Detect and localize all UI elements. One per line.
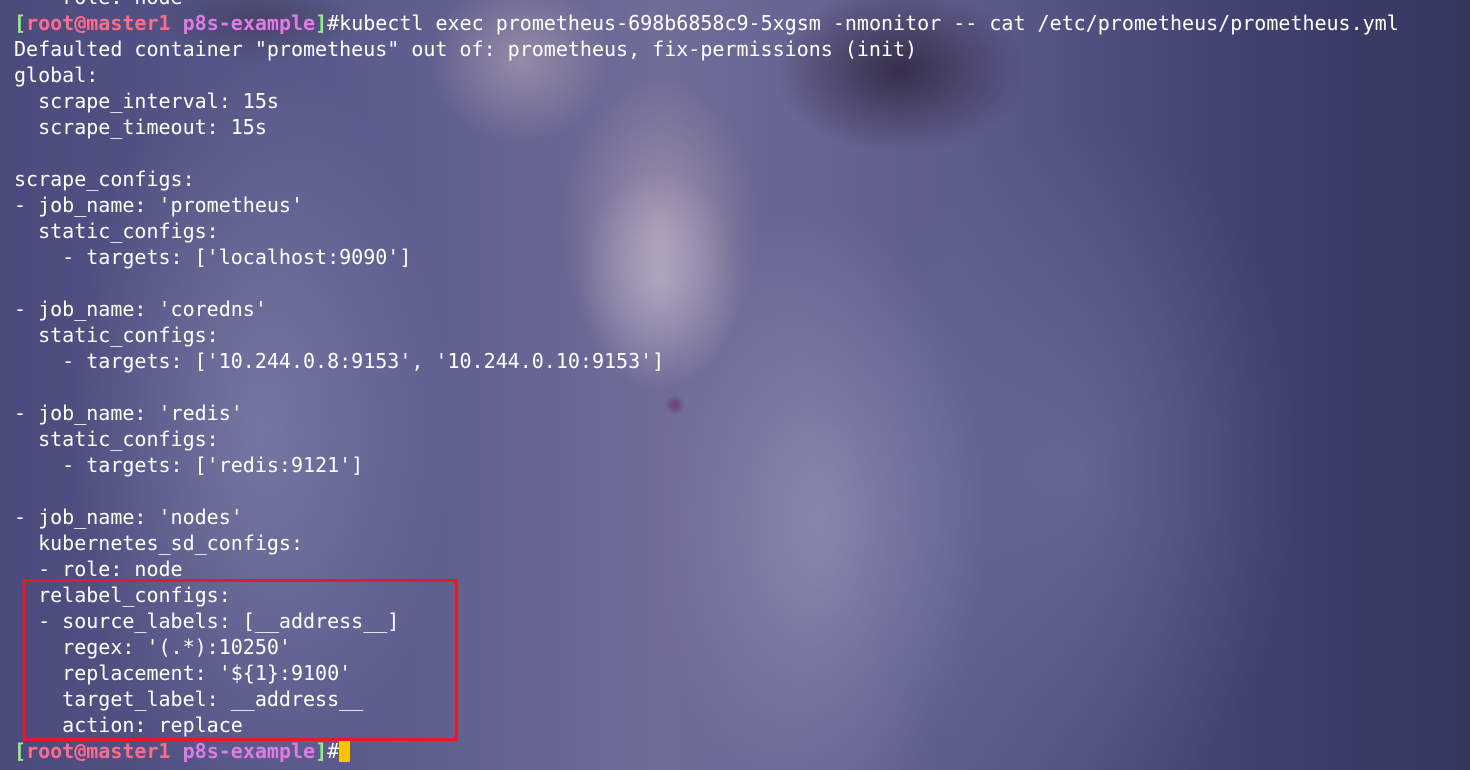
command-line: [root@master1 p8s-example]#kubectl exec … xyxy=(14,10,1399,36)
output-line: scrape_configs: xyxy=(14,167,195,191)
prompt-open-bracket: [ xyxy=(14,739,27,763)
output-line: scrape_timeout: 15s xyxy=(14,115,267,139)
prompt-user: root xyxy=(26,739,75,763)
prompt-symbol: # xyxy=(327,11,340,35)
prompt-user: root xyxy=(26,11,75,35)
prompt-at: @ xyxy=(74,739,87,763)
output-line: - targets: ['redis:9121'] xyxy=(14,453,364,477)
output-line: global: xyxy=(14,63,99,87)
prompt-symbol: # xyxy=(327,739,340,763)
output-line: Defaulted container "prometheus" out of:… xyxy=(14,37,918,61)
prompt-host: master1 xyxy=(86,11,171,35)
output-line: - job_name: 'coredns' xyxy=(14,297,267,321)
current-prompt-line[interactable]: [root@master1 p8s-example]# xyxy=(14,738,1399,764)
command-text: kubectl exec prometheus-698b6858c9-5xgsm… xyxy=(339,11,1399,35)
prompt-open-bracket: [ xyxy=(14,11,27,35)
prompt-path: p8s-example xyxy=(182,11,316,35)
prompt-close-bracket: ] xyxy=(315,11,328,35)
scrolled-partial-line: role: node xyxy=(14,0,1399,10)
text-cursor xyxy=(339,740,351,762)
output-line: static_configs: xyxy=(14,427,219,451)
prompt-path: p8s-example xyxy=(182,739,316,763)
relabel-configs-highlight-box xyxy=(23,579,458,741)
prompt-host: master1 xyxy=(86,739,171,763)
output-line: static_configs: xyxy=(14,323,219,347)
prompt-close-bracket: ] xyxy=(315,739,328,763)
output-line: - targets: ['10.244.0.8:9153', '10.244.0… xyxy=(14,349,665,373)
output-line: - targets: ['localhost:9090'] xyxy=(14,245,412,269)
prompt-at: @ xyxy=(74,11,87,35)
output-line: scrape_interval: 15s xyxy=(14,89,279,113)
output-line: static_configs: xyxy=(14,219,219,243)
output-line: - job_name: 'nodes' xyxy=(14,505,243,529)
output-line: - job_name: 'redis' xyxy=(14,401,243,425)
output-line: - job_name: 'prometheus' xyxy=(14,193,303,217)
output-line: kubernetes_sd_configs: xyxy=(14,531,303,555)
